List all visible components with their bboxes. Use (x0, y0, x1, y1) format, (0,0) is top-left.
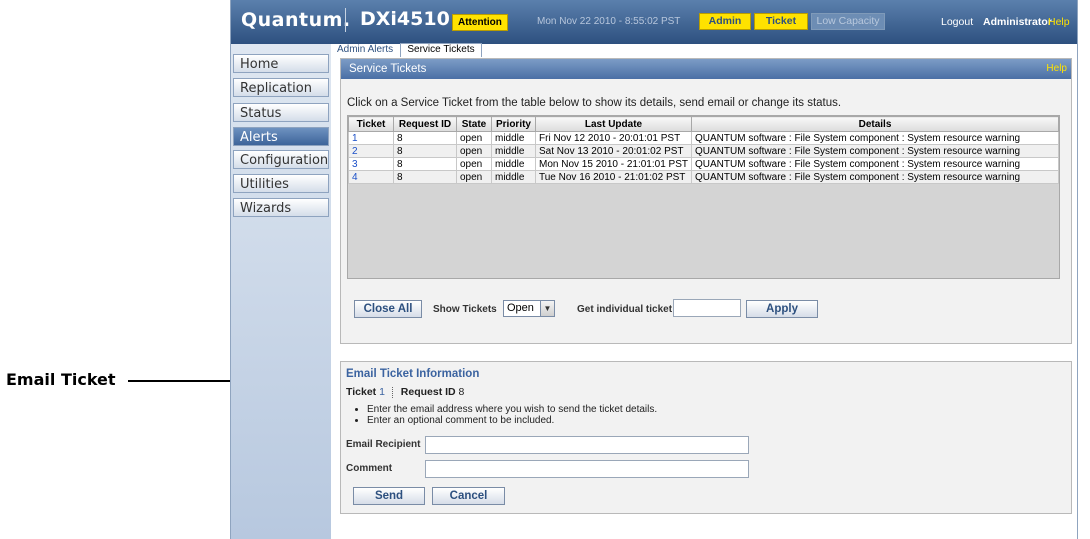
get-ticket-label: Get individual ticket (577, 304, 673, 315)
show-tickets-select[interactable]: Open ▼ (503, 300, 555, 317)
table-row[interactable]: 4 8 open middle Tue Nov 16 2010 - 21:01:… (348, 170, 1060, 184)
ticket-link[interactable]: 3 (348, 157, 394, 171)
show-tickets-label: Show Tickets (433, 304, 497, 315)
ticket-label: Ticket (346, 386, 377, 398)
ticket-number-input[interactable] (673, 299, 741, 317)
sidebar-item-configuration[interactable]: Configuration (233, 150, 329, 169)
table-cell: Tue Nov 16 2010 - 21:01:02 PST (535, 170, 692, 184)
table-cell: open (456, 144, 492, 158)
sidebar-item-wizards[interactable]: Wizards (233, 198, 329, 217)
table-cell: 8 (393, 131, 457, 145)
low-capacity-button[interactable]: Low Capacity (811, 13, 885, 30)
table-row[interactable]: 1 8 open middle Fri Nov 12 2010 - 20:01:… (348, 131, 1060, 145)
table-cell: open (456, 131, 492, 145)
table-cell: open (456, 157, 492, 171)
sidebar-item-replication[interactable]: Replication (233, 78, 329, 97)
sidebar-item-home[interactable]: Home (233, 54, 329, 73)
table-header-row: Ticket Request ID State Priority Last Up… (348, 116, 1060, 132)
chevron-down-icon[interactable]: ▼ (540, 301, 554, 316)
current-user: Administrator (983, 16, 1052, 28)
table-cell: middle (491, 170, 536, 184)
header-bar: Quantum. DXi4510 Attention Mon Nov 22 20… (231, 0, 1077, 44)
request-id-value: 8 (458, 386, 465, 398)
apply-button[interactable]: Apply (746, 300, 818, 318)
email-ticket-panel: Email Ticket Information Ticket 1 Reques… (340, 361, 1072, 514)
tickets-table-container: Ticket Request ID State Priority Last Up… (347, 115, 1060, 279)
table-cell: Sat Nov 13 2010 - 20:01:02 PST (535, 144, 692, 158)
table-cell: middle (491, 131, 536, 145)
email-section-title: Email Ticket Information (346, 368, 480, 380)
admin-button[interactable]: Admin (699, 13, 751, 30)
instruction-text: Click on a Service Ticket from the table… (347, 97, 842, 109)
email-recipient-field[interactable] (425, 436, 749, 454)
panel-help-link[interactable]: Help (1046, 59, 1067, 79)
email-recipient-label: Email Recipient (346, 439, 421, 450)
logout-link[interactable]: Logout (941, 16, 973, 28)
table-row[interactable]: 3 8 open middle Mon Nov 15 2010 - 21:01:… (348, 157, 1060, 171)
cancel-button[interactable]: Cancel (432, 487, 505, 505)
tab-bar: Admin Alerts Service Tickets (331, 43, 1077, 57)
model-name: DXi4510 (360, 8, 450, 30)
tickets-table: Ticket Request ID State Priority Last Up… (348, 116, 1060, 184)
callout-line (128, 380, 230, 382)
attention-badge[interactable]: Attention (452, 14, 508, 31)
callout-label: Email Ticket (6, 370, 116, 389)
table-cell: 8 (393, 170, 457, 184)
panel-title-text: Service Tickets (349, 63, 427, 75)
column-header[interactable]: Ticket (348, 116, 394, 132)
table-cell: 8 (393, 144, 457, 158)
comment-label: Comment (346, 463, 393, 474)
request-id-label: Request ID (400, 386, 456, 398)
table-cell: QUANTUM software : File System component… (690, 157, 1060, 171)
system-datetime: Mon Nov 22 2010 - 8:55:02 PST (537, 16, 681, 27)
logo-divider (345, 8, 346, 32)
column-header[interactable]: Priority (491, 116, 536, 132)
quantum-logo: Quantum. (241, 9, 351, 31)
table-cell: middle (491, 144, 536, 158)
app-window: Quantum. DXi4510 Attention Mon Nov 22 20… (230, 0, 1078, 539)
ticket-link[interactable]: 2 (348, 144, 394, 158)
tab-admin-alerts[interactable]: Admin Alerts (337, 44, 393, 56)
table-cell: middle (491, 157, 536, 171)
table-cell: QUANTUM software : File System component… (690, 170, 1060, 184)
table-cell: Mon Nov 15 2010 - 21:01:01 PST (535, 157, 692, 171)
table-cell: QUANTUM software : File System component… (690, 131, 1060, 145)
table-row[interactable]: 2 8 open middle Sat Nov 13 2010 - 20:01:… (348, 144, 1060, 158)
instruction-list: Enter the email address where you wish t… (367, 404, 657, 426)
table-cell: 8 (393, 157, 457, 171)
help-link[interactable]: Help (1048, 16, 1070, 28)
list-item: Enter an optional comment to be included… (367, 415, 657, 426)
show-tickets-value: Open (507, 302, 534, 314)
ticket-value: 1 (379, 386, 385, 398)
column-header[interactable]: Details (690, 116, 1060, 132)
service-tickets-panel: Service Tickets Help Click on a Service … (340, 58, 1072, 344)
ticket-meta: Ticket 1 Request ID 8 (346, 386, 464, 398)
ticket-link[interactable]: 1 (348, 131, 394, 145)
column-header[interactable]: State (456, 116, 492, 132)
tab-service-tickets[interactable]: Service Tickets (400, 43, 482, 57)
column-header[interactable]: Request ID (393, 116, 457, 132)
sidebar-item-alerts[interactable]: Alerts (233, 127, 329, 146)
table-cell: QUANTUM software : File System component… (690, 144, 1060, 158)
ticket-button[interactable]: Ticket (754, 13, 808, 30)
sidebar: Home Replication Status Alerts Configura… (231, 44, 331, 539)
comment-field[interactable] (425, 460, 749, 478)
sidebar-item-utilities[interactable]: Utilities (233, 174, 329, 193)
panel-title: Service Tickets Help (341, 59, 1071, 79)
ticket-link[interactable]: 4 (348, 170, 394, 184)
close-all-button[interactable]: Close All (354, 300, 422, 318)
table-cell: Fri Nov 12 2010 - 20:01:01 PST (535, 131, 692, 145)
list-item: Enter the email address where you wish t… (367, 404, 657, 415)
meta-divider (391, 386, 394, 398)
column-header[interactable]: Last Update (535, 116, 692, 132)
send-button[interactable]: Send (353, 487, 425, 505)
table-cell: open (456, 170, 492, 184)
sidebar-item-status[interactable]: Status (233, 103, 329, 122)
